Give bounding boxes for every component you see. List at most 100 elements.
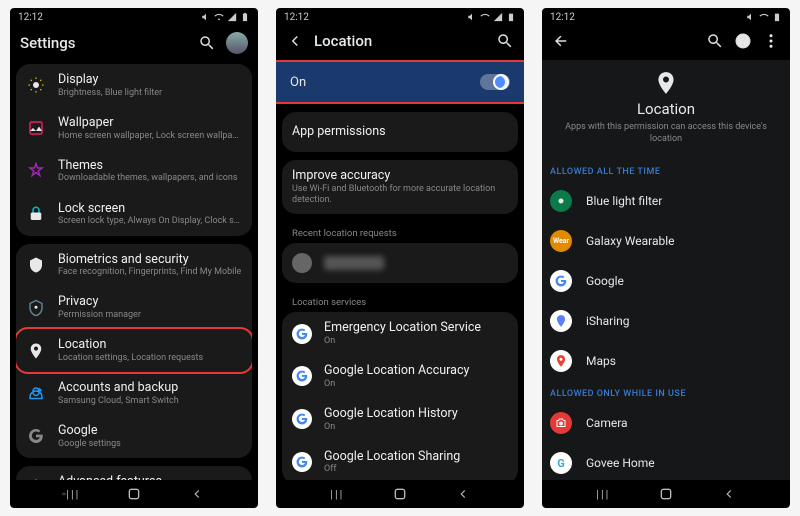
service-title: Google Location Accuracy: [324, 363, 508, 379]
back-icon[interactable]: [552, 32, 570, 50]
back-button[interactable]: [454, 487, 472, 501]
service-row[interactable]: Google Location HistoryOn: [282, 398, 518, 441]
mute-icon: [746, 12, 756, 22]
mute-icon: [201, 12, 211, 22]
camera-icon: [550, 412, 572, 434]
app-name: Blue light filter: [586, 194, 662, 208]
row-title: Google: [58, 423, 242, 439]
location-icon: [26, 341, 46, 361]
back-button[interactable]: [188, 487, 206, 501]
google-icon: [292, 452, 312, 472]
app-name: Google: [586, 274, 624, 288]
wearable-icon: Wear: [550, 230, 572, 252]
status-icons: [467, 12, 516, 22]
recent-apps-button[interactable]: |||: [62, 487, 80, 501]
row-title: Accounts and backup: [58, 380, 242, 396]
settings-row-lock[interactable]: Lock screenScreen lock type, Always On D…: [16, 193, 252, 236]
row-sub: Downloadable themes, wallpapers, and ico…: [58, 173, 242, 184]
improve-accuracy-row[interactable]: Improve accuracyUse Wi-Fi and Bluetooth …: [282, 160, 518, 214]
app-row-google[interactable]: Google: [542, 261, 790, 301]
recent-apps-button[interactable]: |||: [328, 487, 346, 501]
app-row-camera[interactable]: Camera: [542, 403, 790, 443]
wifi-icon: [480, 12, 490, 22]
section-allowed-while: ALLOWED ONLY WHILE IN USE: [542, 381, 790, 403]
settings-list[interactable]: DisplayBrightness, Blue light filterWall…: [10, 64, 258, 480]
govee-icon: G: [550, 452, 572, 474]
service-row[interactable]: Google Location AccuracyOn: [282, 355, 518, 398]
location-toggle[interactable]: [480, 74, 510, 90]
app-name: Camera: [586, 416, 628, 430]
wifi-icon: [214, 12, 224, 22]
row-sub: Home screen wallpaper, Lock screen wallp…: [58, 131, 242, 142]
home-button[interactable]: [125, 487, 143, 501]
row-title: Wallpaper: [58, 115, 242, 131]
settings-row-themes[interactable]: ThemesDownloadable themes, wallpapers, a…: [16, 150, 252, 193]
location-toggle-row[interactable]: On: [276, 60, 524, 104]
maps-icon: [550, 350, 572, 372]
home-button[interactable]: [391, 487, 409, 501]
back-button[interactable]: [720, 487, 738, 501]
settings-row-privacy[interactable]: PrivacyPermission manager: [16, 286, 252, 329]
permission-content[interactable]: Location Apps with this permission can a…: [542, 60, 790, 480]
lock-icon: [26, 204, 46, 224]
wallpaper-icon: [26, 118, 46, 138]
app-name: iSharing: [586, 314, 630, 328]
app-icon: [292, 253, 312, 273]
row-sub: Location settings, Location requests: [58, 353, 242, 364]
status-bar: 12:12: [542, 8, 790, 26]
accounts-icon: [26, 384, 46, 404]
privacy-icon: [26, 298, 46, 318]
settings-row-accounts[interactable]: Accounts and backupSamsung Cloud, Smart …: [16, 372, 252, 415]
permission-desc: Apps with this permission can access thi…: [556, 122, 776, 145]
service-row[interactable]: Emergency Location ServiceOn: [282, 312, 518, 355]
search-icon[interactable]: [198, 34, 216, 52]
status-time: 12:12: [550, 12, 575, 23]
status-time: 12:12: [284, 12, 309, 23]
profile-avatar[interactable]: [226, 32, 248, 54]
permission-title: Location: [556, 100, 776, 118]
app-row-wearable[interactable]: WearGalaxy Wearable: [542, 221, 790, 261]
app-name: Maps: [586, 354, 616, 368]
row-title: Privacy: [58, 294, 242, 310]
app-row-maps[interactable]: Maps: [542, 341, 790, 381]
help-icon[interactable]: [734, 32, 752, 50]
row-sub: Google settings: [58, 439, 242, 450]
blurred-app-name: [324, 256, 384, 270]
improve-title: Improve accuracy: [292, 168, 508, 184]
battery-icon: [240, 12, 250, 22]
app-row-isharing[interactable]: iSharing: [542, 301, 790, 341]
search-icon[interactable]: [706, 32, 724, 50]
bluelight-icon: [550, 190, 572, 212]
battery-icon: [506, 12, 516, 22]
location-content[interactable]: On App permissions Improve accuracyUse W…: [276, 60, 524, 480]
status-time: 12:12: [18, 12, 43, 23]
recent-apps-button[interactable]: |||: [594, 487, 612, 501]
mute-icon: [467, 12, 477, 22]
settings-row-location[interactable]: LocationLocation settings, Location requ…: [16, 327, 252, 374]
app-row-bluelight[interactable]: Blue light filter: [542, 181, 790, 221]
row-sub: Samsung Cloud, Smart Switch: [58, 396, 242, 407]
search-icon[interactable]: [496, 32, 514, 50]
google-icon: [292, 366, 312, 386]
service-row[interactable]: Google Location SharingOff: [282, 441, 518, 480]
row-title: Themes: [58, 158, 242, 174]
status-bar: 12:12: [10, 8, 258, 26]
settings-header: Settings: [10, 26, 258, 64]
row-title: Lock screen: [58, 201, 242, 217]
settings-row-google[interactable]: GoogleGoogle settings: [16, 415, 252, 458]
recent-request-item[interactable]: [282, 243, 518, 283]
settings-row-wallpaper[interactable]: WallpaperHome screen wallpaper, Lock scr…: [16, 107, 252, 150]
service-title: Emergency Location Service: [324, 320, 508, 336]
more-icon[interactable]: [762, 32, 780, 50]
settings-row-display[interactable]: DisplayBrightness, Blue light filter: [16, 64, 252, 107]
settings-row-biometrics[interactable]: Biometrics and securityFace recognition,…: [16, 244, 252, 287]
home-button[interactable]: [657, 487, 675, 501]
settings-row-advanced[interactable]: Advanced featuresS Pen, Bixby Routines, …: [16, 466, 252, 480]
google-icon: [550, 270, 572, 292]
app-permissions-row[interactable]: App permissions: [282, 112, 518, 152]
service-sub: On: [324, 422, 508, 433]
app-row-govee[interactable]: GGovee Home: [542, 443, 790, 480]
improve-sub: Use Wi-Fi and Bluetooth for more accurat…: [292, 184, 508, 207]
settings-screen: 12:12 Settings DisplayBrightness, Blue l…: [10, 8, 258, 508]
back-icon[interactable]: [286, 32, 304, 50]
